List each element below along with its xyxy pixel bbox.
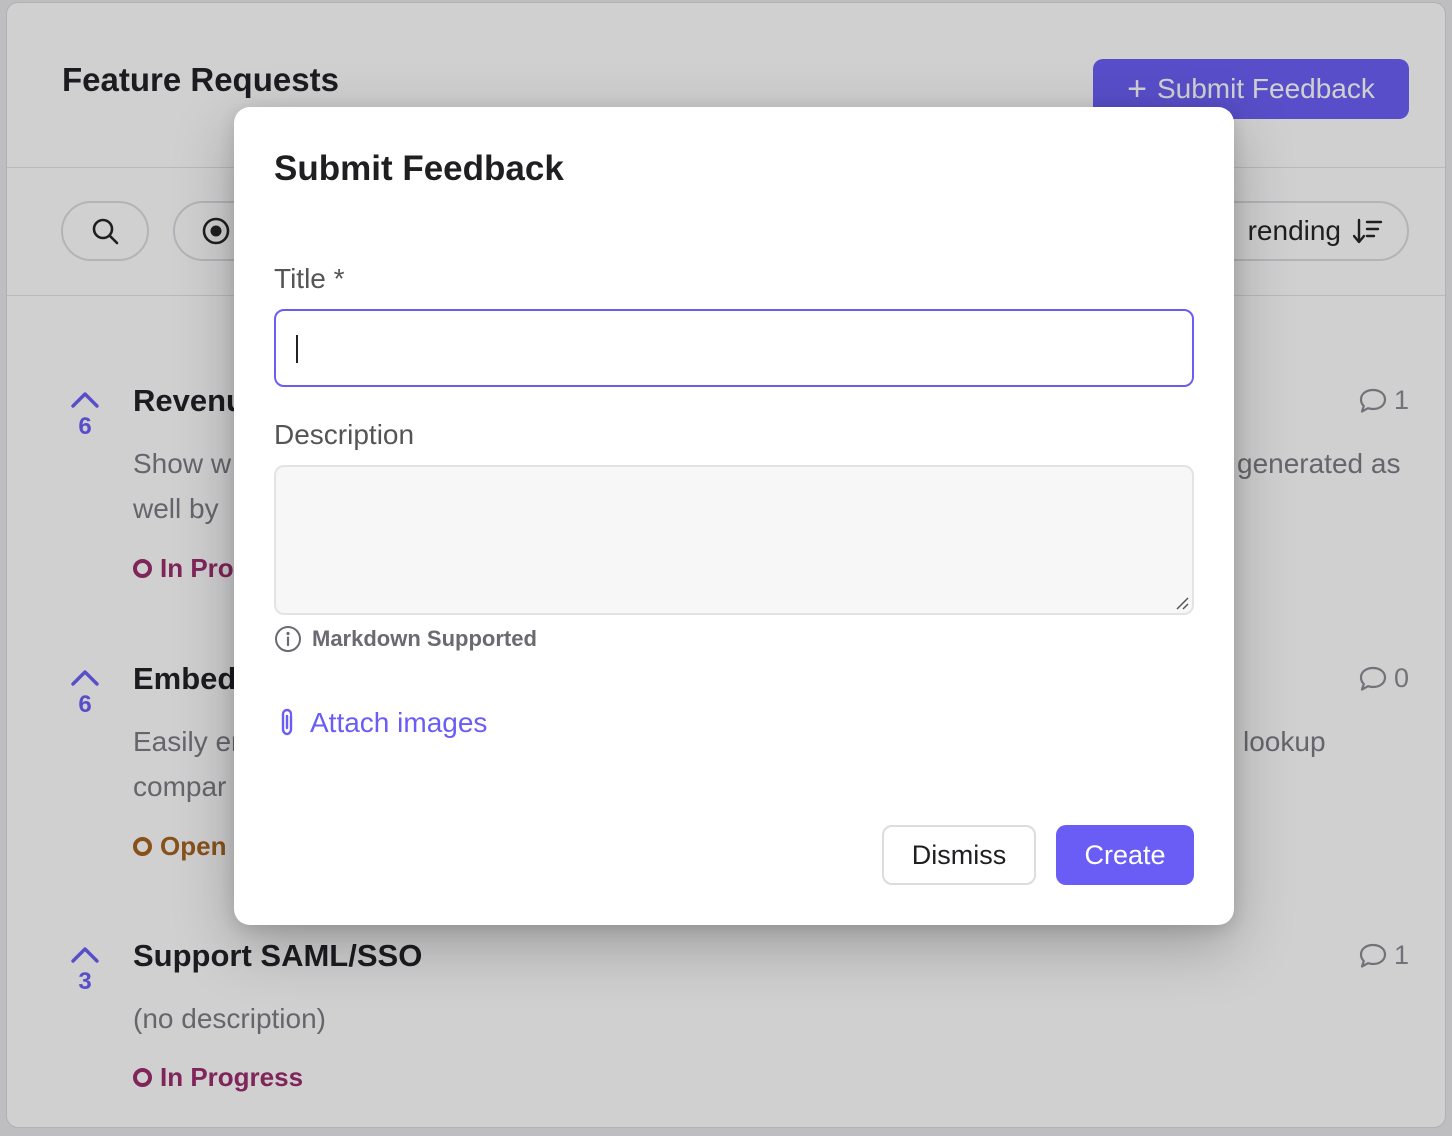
submit-feedback-dialog: Submit Feedback Title * Description Mark… bbox=[234, 107, 1234, 925]
info-icon bbox=[275, 626, 301, 652]
description-label: Description bbox=[274, 419, 415, 450]
dismiss-button[interactable]: Dismiss bbox=[882, 825, 1036, 885]
paperclip-icon bbox=[281, 708, 293, 736]
create-button[interactable]: Create bbox=[1056, 825, 1194, 885]
dialog-title: Submit Feedback bbox=[274, 149, 564, 188]
description-textarea[interactable] bbox=[274, 465, 1194, 615]
markdown-note-text: Markdown Supported bbox=[312, 626, 537, 651]
resize-handle-icon[interactable] bbox=[1174, 595, 1190, 611]
text-caret bbox=[296, 335, 298, 363]
attach-images-label: Attach images bbox=[310, 707, 488, 738]
markdown-note: Markdown Supported bbox=[274, 625, 537, 653]
title-input[interactable] bbox=[274, 309, 1194, 387]
title-label: Title * bbox=[274, 263, 345, 294]
attach-images-link[interactable]: Attach images bbox=[274, 707, 487, 739]
